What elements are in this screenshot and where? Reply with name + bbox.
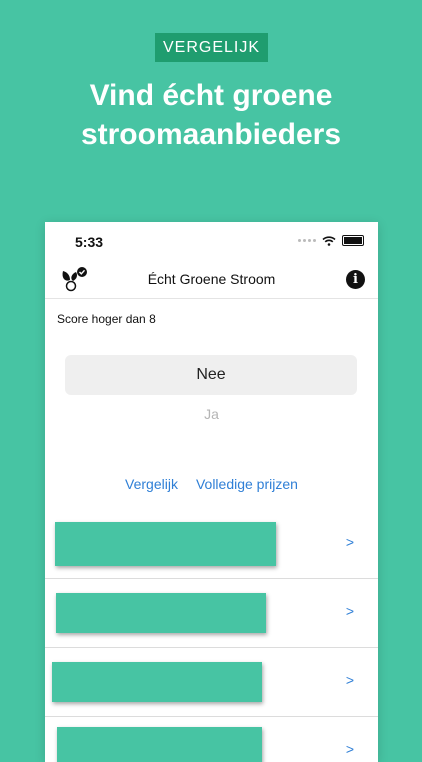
status-time: 5:33 [75, 234, 104, 250]
provider-list: > > > > [45, 510, 378, 762]
chevron-right-icon[interactable]: > [346, 603, 354, 619]
status-icons [298, 235, 364, 246]
promo-badge: VERGELIJK [155, 33, 268, 62]
chevron-right-icon[interactable]: > [346, 672, 354, 688]
signal-icon [298, 239, 316, 242]
nav-bar: Écht Groene Stroom i [45, 262, 378, 299]
headline-line-2: stroomaanbieders [80, 118, 342, 151]
chevron-right-icon[interactable]: > [346, 534, 354, 550]
promo-headline: Vind écht groene stroomaanbieders [0, 76, 422, 154]
wifi-icon [322, 235, 336, 246]
score-picker-option[interactable]: Ja [45, 406, 378, 422]
provider-row[interactable]: > [45, 510, 378, 579]
battery-icon [342, 235, 364, 246]
provider-banner [55, 522, 276, 566]
headline-line-1: Vind écht groene [89, 79, 333, 112]
provider-banner [57, 727, 262, 762]
provider-row[interactable]: > [45, 648, 378, 717]
full-prices-link[interactable]: Volledige prijzen [196, 476, 298, 492]
score-filter-label: Score hoger dan 8 [57, 312, 156, 326]
info-icon[interactable]: i [346, 270, 365, 289]
action-links: Vergelijk Volledige prijzen [45, 476, 378, 492]
compare-link[interactable]: Vergelijk [125, 476, 178, 492]
nav-title: Écht Groene Stroom [147, 271, 276, 287]
score-picker-selected[interactable]: Nee [65, 355, 357, 395]
chevron-right-icon[interactable]: > [346, 741, 354, 757]
provider-row[interactable]: > [45, 717, 378, 762]
phone-screen: 5:33 Écht Groene Stroom i Score hoger da… [45, 222, 378, 762]
provider-row[interactable]: > [45, 579, 378, 648]
provider-banner [52, 662, 262, 702]
provider-banner [56, 593, 266, 633]
